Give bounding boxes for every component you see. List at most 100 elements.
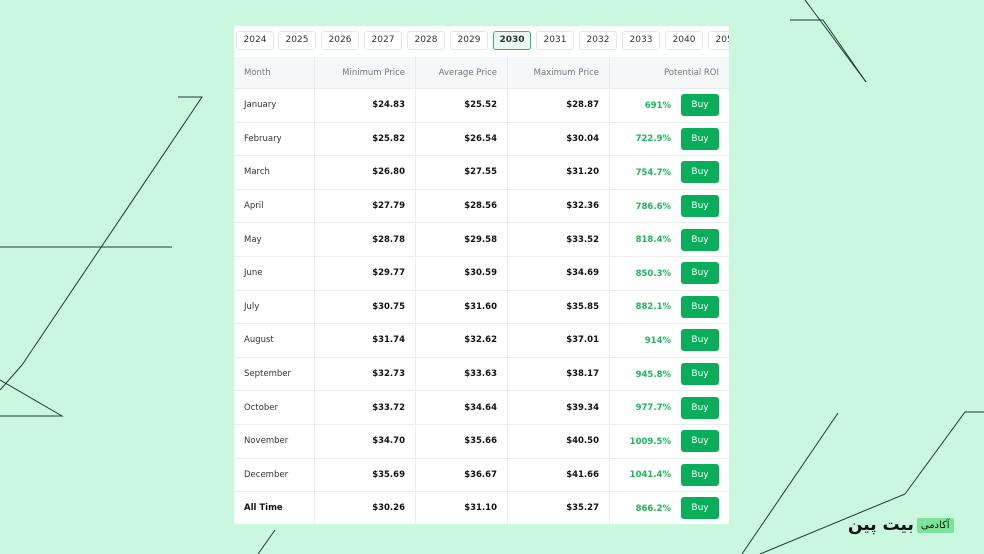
cell-month: June	[234, 256, 315, 291]
cell-min-price: $27.79	[314, 189, 416, 224]
cell-avg-price: $29.58	[415, 222, 508, 257]
cell-avg-price: $35.66	[415, 424, 508, 459]
year-tab-2033[interactable]: 2033	[622, 31, 660, 50]
year-tab-2050[interactable]: 2050	[708, 31, 729, 50]
cell-max-price: $33.52	[507, 222, 610, 257]
cell-min-price: $33.72	[314, 390, 416, 425]
year-tab-2040[interactable]: 2040	[665, 31, 703, 50]
cell-avg-price: $33.63	[415, 357, 508, 392]
cell-max-price: $40.50	[507, 424, 610, 459]
year-tab-2025[interactable]: 2025	[278, 31, 316, 50]
cell-roi: 866.2% Buy	[609, 491, 729, 524]
cell-min-price: $31.74	[314, 323, 416, 358]
roi-value: 786.6%	[635, 201, 671, 212]
cell-month: All Time	[234, 491, 315, 524]
table-row: May $28.78 $29.58 $33.52 818.4% Buy	[234, 222, 729, 257]
cell-avg-price: $34.64	[415, 390, 508, 425]
cell-min-price: $26.80	[314, 155, 416, 190]
cell-roi: 850.3% Buy	[609, 256, 729, 291]
cell-roi: 1009.5% Buy	[609, 424, 729, 459]
buy-button[interactable]: Buy	[681, 329, 719, 352]
table-row: January $24.83 $25.52 $28.87 691% Buy	[234, 88, 729, 123]
cell-min-price: $35.69	[314, 458, 416, 493]
cell-avg-price: $30.59	[415, 256, 508, 291]
cell-avg-price: $36.67	[415, 458, 508, 493]
cell-month: February	[234, 122, 315, 157]
table-row: July $30.75 $31.60 $35.85 882.1% Buy	[234, 290, 729, 325]
buy-button[interactable]: Buy	[681, 195, 719, 218]
cell-avg-price: $31.60	[415, 290, 508, 325]
cell-max-price: $35.85	[507, 290, 610, 325]
cell-max-price: $31.20	[507, 155, 610, 190]
cell-max-price: $37.01	[507, 323, 610, 358]
cell-avg-price: $32.62	[415, 323, 508, 358]
cell-min-price: $30.26	[314, 491, 416, 524]
table-row: September $32.73 $33.63 $38.17 945.8% Buy	[234, 357, 729, 392]
buy-button[interactable]: Buy	[681, 463, 719, 486]
buy-button[interactable]: Buy	[681, 94, 719, 117]
header-avg-price: Average Price	[415, 57, 508, 89]
buy-button[interactable]: Buy	[681, 295, 719, 318]
cell-month: October	[234, 390, 315, 425]
cell-month: January	[234, 88, 315, 123]
cell-month: July	[234, 290, 315, 325]
table-row: All Time $30.26 $31.10 $35.27 866.2% Buy	[234, 491, 729, 524]
price-prediction-card: 2023202420252026202720282029203020312032…	[234, 26, 729, 524]
roi-value: 945.8%	[635, 369, 671, 380]
table-header-row: Month Minimum Price Average Price Maximu…	[234, 57, 729, 89]
year-tab-2028[interactable]: 2028	[407, 31, 445, 50]
cell-avg-price: $25.52	[415, 88, 508, 123]
cell-avg-price: $27.55	[415, 155, 508, 190]
year-tab-2027[interactable]: 2027	[364, 31, 402, 50]
year-tab-2032[interactable]: 2032	[579, 31, 617, 50]
cell-max-price: $38.17	[507, 357, 610, 392]
cell-roi: 786.6% Buy	[609, 189, 729, 224]
cell-min-price: $24.83	[314, 88, 416, 123]
table-row: June $29.77 $30.59 $34.69 850.3% Buy	[234, 256, 729, 291]
cell-month: April	[234, 189, 315, 224]
cell-roi: 754.7% Buy	[609, 155, 729, 190]
year-tab-2029[interactable]: 2029	[450, 31, 488, 50]
header-min-price: Minimum Price	[314, 57, 416, 89]
table-row: April $27.79 $28.56 $32.36 786.6% Buy	[234, 189, 729, 224]
cell-month: August	[234, 323, 315, 358]
cell-month: May	[234, 222, 315, 257]
year-tab-2026[interactable]: 2026	[321, 31, 359, 50]
logo-name: بیت پین	[848, 515, 914, 535]
cell-max-price: $34.69	[507, 256, 610, 291]
cell-month: March	[234, 155, 315, 190]
roi-value: 866.2%	[635, 503, 671, 514]
header-roi: Potential ROI	[609, 57, 729, 89]
roi-value: 691%	[644, 100, 671, 111]
buy-button[interactable]: Buy	[681, 228, 719, 251]
table-row: February $25.82 $26.54 $30.04 722.9% Buy	[234, 122, 729, 157]
buy-button[interactable]: Buy	[681, 262, 719, 285]
roi-value: 882.1%	[635, 302, 671, 313]
header-max-price: Maximum Price	[507, 57, 610, 89]
year-tab-2031[interactable]: 2031	[536, 31, 574, 50]
table-row: October $33.72 $34.64 $39.34 977.7% Buy	[234, 390, 729, 425]
buy-button[interactable]: Buy	[681, 396, 719, 419]
cell-roi: 945.8% Buy	[609, 357, 729, 392]
cell-min-price: $28.78	[314, 222, 416, 257]
cell-roi: 977.7% Buy	[609, 390, 729, 425]
buy-button[interactable]: Buy	[681, 363, 719, 386]
buy-button[interactable]: Buy	[681, 161, 719, 184]
year-tab-2030[interactable]: 2030	[493, 31, 531, 50]
year-tab-2024[interactable]: 2024	[236, 31, 274, 50]
cell-roi: 882.1% Buy	[609, 290, 729, 325]
cell-roi: 914% Buy	[609, 323, 729, 358]
table-row: March $26.80 $27.55 $31.20 754.7% Buy	[234, 155, 729, 190]
cell-min-price: $30.75	[314, 290, 416, 325]
roi-value: 914%	[644, 335, 671, 346]
cell-max-price: $32.36	[507, 189, 610, 224]
cell-min-price: $34.70	[314, 424, 416, 459]
cell-month: December	[234, 458, 315, 493]
cell-roi: 722.9% Buy	[609, 122, 729, 157]
buy-button[interactable]: Buy	[681, 127, 719, 150]
roi-value: 977.7%	[635, 403, 671, 414]
buy-button[interactable]: Buy	[681, 430, 719, 453]
buy-button[interactable]: Buy	[681, 497, 719, 520]
cell-avg-price: $31.10	[415, 491, 508, 524]
cell-max-price: $28.87	[507, 88, 610, 123]
